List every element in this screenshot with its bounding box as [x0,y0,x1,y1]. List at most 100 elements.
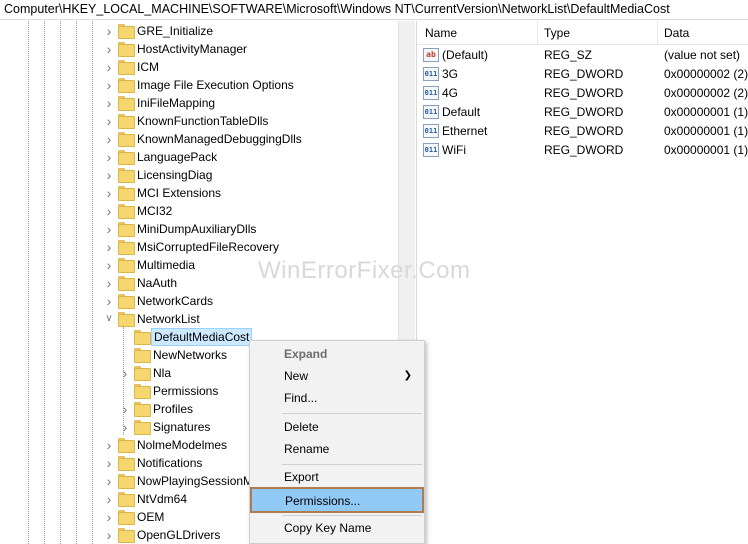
tree-item-label: KnownFunctionTableDlls [137,114,269,128]
list-item[interactable]: 011 Ethernet REG_DWORD 0x00000001 (1) [417,122,748,141]
tree-item[interactable]: › ICM [0,58,398,76]
tree-item[interactable]: › MiniDumpAuxiliaryDlls [0,220,398,238]
chevron-right-icon[interactable]: › [104,454,114,472]
chevron-right-icon[interactable]: › [104,22,114,40]
chevron-right-icon[interactable]: › [104,112,114,130]
chevron-right-icon[interactable]: › [104,436,114,454]
folder-icon [118,132,135,147]
column-divider[interactable] [657,21,658,45]
chevron-right-icon[interactable]: › [104,58,114,76]
list-item[interactable]: 011 Default REG_DWORD 0x00000001 (1) [417,103,748,122]
tree-item[interactable]: › Image File Execution Options [0,76,398,94]
tree-item[interactable]: › IniFileMapping [0,94,398,112]
menu-item-delete[interactable]: Delete [252,416,422,438]
folder-icon [118,24,135,39]
column-divider[interactable] [537,21,538,45]
folder-icon [118,150,135,165]
tree-item[interactable]: › MsiCorruptedFileRecovery [0,238,398,256]
tree-item[interactable]: › KnownFunctionTableDlls [0,112,398,130]
chevron-right-icon[interactable]: › [120,400,130,418]
tree-item-label: NetworkCards [137,294,214,308]
value-data: 0x00000001 (1) [664,105,748,119]
tree-item[interactable]: › KnownManagedDebuggingDlls [0,130,398,148]
binary-value-icon: 011 [423,86,439,100]
column-header-name[interactable]: Name [425,26,457,40]
value-data: 0x00000002 (2) [664,67,748,81]
folder-icon [118,186,135,201]
folder-icon [118,60,135,75]
value-type: REG_DWORD [544,67,624,81]
address-bar[interactable]: Computer\HKEY_LOCAL_MACHINE\SOFTWARE\Mic… [0,0,748,20]
chevron-right-icon[interactable]: › [104,508,114,526]
tree-item-label: MCI Extensions [137,186,222,200]
column-header-data[interactable]: Data [664,26,689,40]
tree-item-label: NolmeModelmes [137,438,228,452]
tree-item[interactable]: › MCI Extensions [0,184,398,202]
folder-icon [118,258,135,273]
chevron-right-icon[interactable]: › [104,202,114,220]
chevron-right-icon[interactable]: › [104,490,114,508]
list-item[interactable]: ab (Default) REG_SZ (value not set) [417,46,748,65]
list-item[interactable]: 011 3G REG_DWORD 0x00000002 (2) [417,65,748,84]
chevron-right-icon[interactable]: › [104,256,114,274]
tree-item[interactable]: › LanguagePack [0,148,398,166]
chevron-right-icon[interactable]: › [104,94,114,112]
list-item[interactable]: 011 4G REG_DWORD 0x00000002 (2) [417,84,748,103]
tree-item-label: NetworkList [137,312,200,326]
tree-item-label: MsiCorruptedFileRecovery [137,240,280,254]
list-item[interactable]: 011 WiFi REG_DWORD 0x00000001 (1) [417,141,748,160]
chevron-right-icon[interactable]: › [104,472,114,490]
chevron-right-icon[interactable]: › [104,274,114,292]
tree-item[interactable]: › MCI32 [0,202,398,220]
chevron-right-icon[interactable]: › [104,220,114,238]
chevron-right-icon[interactable]: › [104,184,114,202]
binary-value-icon: 011 [423,124,439,138]
chevron-down-icon[interactable]: ∨ [104,310,114,328]
folder-icon [134,348,151,363]
chevron-right-icon[interactable]: › [104,292,114,310]
tree-item[interactable]: ∨ NetworkList [0,310,398,328]
chevron-right-icon: ❯ [403,370,412,381]
tree-item-label: KnownManagedDebuggingDlls [137,132,302,146]
tree-item-label: LanguagePack [137,150,218,164]
chevron-right-icon[interactable]: › [104,166,114,184]
chevron-right-icon[interactable]: › [104,148,114,166]
menu-item-export[interactable]: Export [252,466,422,488]
menu-item-new[interactable]: New ❯ [252,365,422,387]
folder-icon [118,78,135,93]
address-path: Computer\HKEY_LOCAL_MACHINE\SOFTWARE\Mic… [4,2,670,16]
tree-item-label: HostActivityManager [137,42,248,56]
menu-item-permissions[interactable]: Permissions... [250,487,424,513]
chevron-right-icon[interactable]: › [104,238,114,256]
tree-item-label: Notifications [137,456,203,470]
tree-item-label: MiniDumpAuxiliaryDlls [137,222,257,236]
folder-icon [118,96,135,111]
value-data: 0x00000002 (2) [664,86,748,100]
tree-item-label: OpenGLDrivers [137,528,221,542]
list-header: Name Type Data [417,21,748,45]
tree-item[interactable]: › GRE_Initialize [0,22,398,40]
chevron-right-icon[interactable]: › [104,526,114,544]
folder-icon [118,456,135,471]
chevron-right-icon[interactable]: › [104,76,114,94]
folder-icon [118,294,135,309]
tree-item-label: IniFileMapping [137,96,216,110]
tree-item-label: Image File Execution Options [137,78,294,92]
value-type: REG_DWORD [544,105,624,119]
tree-item[interactable]: › NetworkCards [0,292,398,310]
column-header-type[interactable]: Type [544,26,570,40]
tree-item-label: ICM [137,60,159,74]
chevron-right-icon[interactable]: › [104,40,114,58]
tree-item[interactable]: › LicensingDiag [0,166,398,184]
value-name: Ethernet [442,124,488,138]
chevron-right-icon[interactable]: › [120,418,130,436]
menu-item-find[interactable]: Find... [252,387,422,409]
tree-item-label: NaAuth [137,276,178,290]
menu-item-copy-key-name[interactable]: Copy Key Name [252,517,422,539]
menu-item-rename[interactable]: Rename [252,438,422,460]
tree-item[interactable]: › HostActivityManager [0,40,398,58]
chevron-right-icon[interactable]: › [104,130,114,148]
folder-icon [134,384,151,399]
folder-icon [134,366,151,381]
chevron-right-icon[interactable]: › [120,364,130,382]
